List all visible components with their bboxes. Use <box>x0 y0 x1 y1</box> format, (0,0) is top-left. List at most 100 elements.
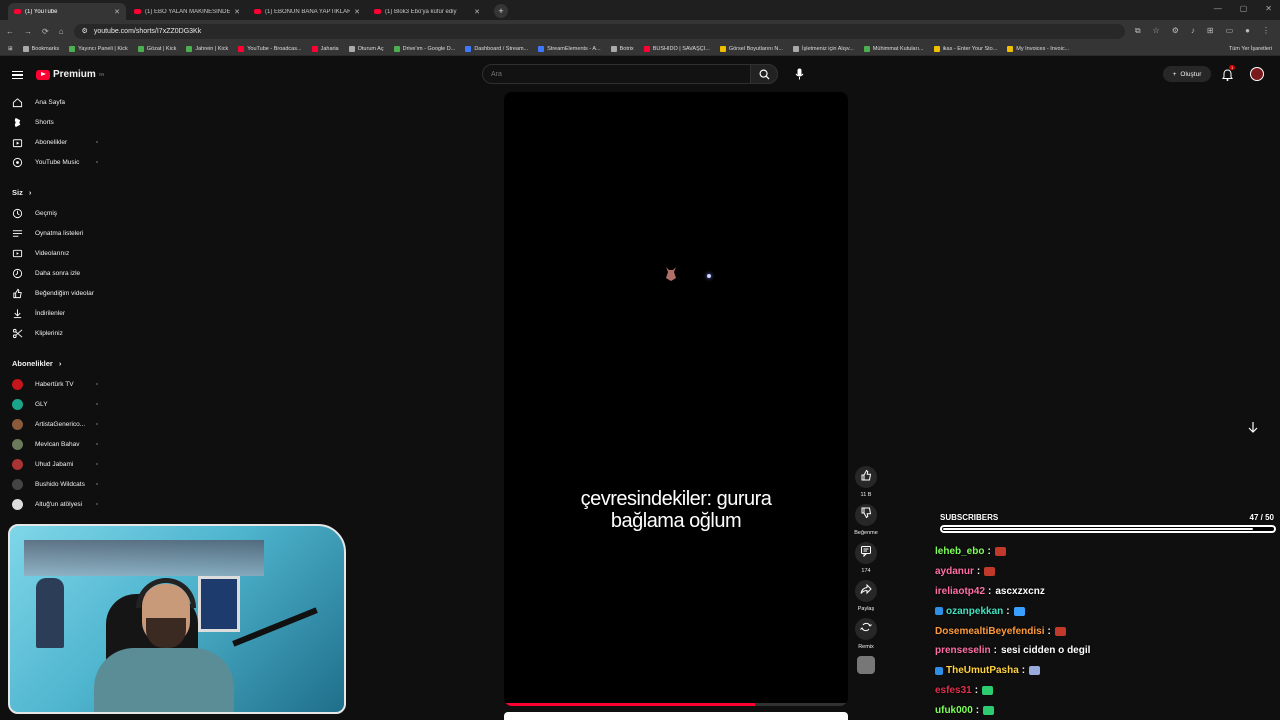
bookmark-item[interactable]: ikas - Enter Your Sto... <box>933 45 997 52</box>
bookmark-item[interactable]: Jaharia <box>311 45 339 52</box>
sidebar-item[interactable]: Habertürk TV <box>0 374 112 394</box>
stream-chat: leheb_ebo: aydanur: ireliaotp42: ascxzxcnz o… <box>935 542 1275 720</box>
account-avatar[interactable] <box>1250 67 1264 81</box>
new-content-dot <box>96 141 98 143</box>
sidebar-item[interactable]: Altuğ'un atölyesi <box>0 494 112 514</box>
close-tab-icon[interactable]: ✕ <box>114 8 120 16</box>
emote-icon <box>984 567 996 577</box>
bookmark-item[interactable]: My Invoices - Invoic... <box>1007 45 1069 52</box>
share-button[interactable]: Paylaş <box>852 580 880 612</box>
chat-separator: : <box>1006 605 1010 617</box>
chat-username[interactable]: ozanpekkan <box>946 606 1003 617</box>
sidebar-item[interactable]: Beğendiğim videolar <box>0 283 112 303</box>
browser-tab[interactable]: (1) Blok3 Ebo'ya küfür ediy ✕ <box>368 3 486 20</box>
apps-icon[interactable]: ⊞ <box>8 46 13 52</box>
sidebar-item[interactable]: GLY <box>0 394 112 414</box>
sidebar-section-subscriptions[interactable]: Abonelikler › <box>0 352 112 374</box>
sidebar-item[interactable]: Klipleriniz <box>0 323 112 343</box>
chat-username[interactable]: aydanur <box>935 566 974 577</box>
remix-button[interactable]: Remix <box>852 618 880 650</box>
search-input[interactable] <box>491 70 746 78</box>
chat-username[interactable]: DosemealtiBeyefendisi <box>935 626 1045 637</box>
video-progress-bar[interactable] <box>504 703 848 706</box>
browser-tab[interactable]: (1) EBO YALAN MAKİNESİNDE ✕ <box>128 3 246 20</box>
dislike-button[interactable]: Beğenme <box>852 504 880 536</box>
minimize-icon[interactable]: — <box>1214 4 1222 13</box>
sidebar-item[interactable]: Daha sonra izle <box>0 263 112 283</box>
search-button[interactable] <box>750 64 778 84</box>
chat-username[interactable]: prenseselin <box>935 645 991 656</box>
sidebar-item[interactable]: Abonelikler <box>0 132 112 152</box>
sidebar-item[interactable]: İndirilenler <box>0 303 112 323</box>
youtube-logo[interactable]: Premium TR <box>36 69 104 80</box>
bookmark-item[interactable]: İşletmeniz için Alışv... <box>792 45 854 52</box>
close-tab-icon[interactable]: ✕ <box>474 8 480 16</box>
bookmark-item[interactable]: Oturum Aç <box>348 45 384 52</box>
next-short-button[interactable] <box>1248 420 1258 438</box>
extensions-puzzle-icon[interactable]: ⊞ <box>1207 26 1214 36</box>
chat-username[interactable]: ufuk000 <box>935 705 973 716</box>
bookmark-item[interactable]: Görsel Boyutlarını N... <box>719 45 783 52</box>
bookmark-item[interactable]: Botrix <box>610 45 634 52</box>
bookmark-item[interactable]: Mühimmat Kutuları... <box>863 45 924 52</box>
sidebar-item[interactable]: Ana Sayfa <box>0 92 112 112</box>
sound-source-thumbnail[interactable] <box>857 656 875 674</box>
browser-menu-icon[interactable]: ⋮ <box>1262 26 1270 36</box>
short-video-player[interactable]: çevresindekiler: gurura bağlama oğlum <box>504 92 848 706</box>
sidebar-item[interactable]: Shorts <box>0 112 112 132</box>
browser-tab[interactable]: (1) EBONUN BANA YAPTIKLARI ✕ <box>248 3 366 20</box>
all-bookmarks-button[interactable]: Tüm Yer İşaretleri <box>1229 46 1272 52</box>
sidebar-item[interactable]: Uhud Jabami <box>0 454 112 474</box>
hamburger-menu-icon[interactable] <box>12 71 23 79</box>
install-icon[interactable]: ⧉ <box>1135 26 1141 36</box>
chat-username[interactable]: leheb_ebo <box>935 546 984 557</box>
bookmark-item[interactable]: BUSHIDO | SAVAŞÇI... <box>643 45 710 52</box>
channel-avatar <box>12 458 23 470</box>
like-button[interactable]: 11 B <box>852 466 880 498</box>
bookmark-favicon-icon <box>22 45 29 52</box>
bookmark-item[interactable]: Jahrein | Kick <box>186 45 228 52</box>
media-icon[interactable]: ♪ <box>1191 26 1195 36</box>
sidebar-item[interactable]: Videolarınız <box>0 243 112 263</box>
sidebar-item[interactable]: Geçmiş <box>0 203 112 223</box>
close-tab-icon[interactable]: ✕ <box>354 8 360 16</box>
bookmark-item[interactable]: StreamElements - A... <box>538 45 601 52</box>
site-info-icon[interactable]: ⚙ <box>82 27 88 35</box>
bookmark-item[interactable]: Dashboard / Stream... <box>465 45 528 52</box>
reload-icon[interactable]: ⟳ <box>42 27 49 36</box>
all-bookmarks-label: Tüm Yer İşaretleri <box>1228 45 1272 52</box>
extension-icon[interactable]: ⚙ <box>1172 26 1179 36</box>
chat-username[interactable]: ireliaotp42 <box>935 586 985 597</box>
sidebar-item[interactable]: YouTube Music <box>0 152 112 172</box>
url-bar[interactable]: ⚙ youtube.com/shorts/I7xZZ0DG3Kk <box>73 23 1125 39</box>
star-icon[interactable]: ☆ <box>1153 26 1160 36</box>
close-tab-icon[interactable]: ✕ <box>234 8 240 16</box>
arrow-down-icon <box>1248 422 1258 433</box>
maximize-icon[interactable]: ▢ <box>1240 4 1248 13</box>
home-icon[interactable]: ⌂ <box>59 27 64 36</box>
close-window-icon[interactable]: ✕ <box>1265 4 1272 13</box>
forward-icon[interactable]: → <box>24 27 32 36</box>
bookmark-item[interactable]: Drive'ım - Google D... <box>393 45 455 52</box>
back-icon[interactable]: ← <box>6 27 14 36</box>
chat-username[interactable]: TheUmutPasha <box>946 665 1019 676</box>
sidebar-section-you[interactable]: Siz › <box>0 181 112 203</box>
voice-search-button[interactable] <box>790 65 808 83</box>
bookmark-item[interactable]: Yayıncı Paneli | Kick <box>69 45 128 52</box>
sidebar-item[interactable]: Mevlcan Bahav <box>0 434 112 454</box>
sidebar-item[interactable]: ArtistaGenerico... <box>0 414 112 434</box>
sidepanel-icon[interactable]: ▭ <box>1226 26 1234 36</box>
create-button[interactable]: + Oluştur <box>1163 66 1211 82</box>
next-short-preview[interactable] <box>504 712 848 720</box>
sidebar-item[interactable]: Bushido Wildcats <box>0 474 112 494</box>
bookmark-item[interactable]: Bookmarks <box>22 45 59 52</box>
browser-tab[interactable]: (1) YouTube ✕ <box>8 3 126 20</box>
new-tab-button[interactable]: + <box>494 4 508 18</box>
notifications-button[interactable]: 1 <box>1222 65 1236 86</box>
chat-username[interactable]: esfes31 <box>935 685 972 696</box>
bookmark-item[interactable]: Gözat | Kick <box>137 45 176 52</box>
bookmark-item[interactable]: YouTube - Broadcas... <box>238 45 302 52</box>
comments-button[interactable]: 174 <box>852 542 880 574</box>
sidebar-item[interactable]: Oynatma listeleri <box>0 223 112 243</box>
profile-icon[interactable]: ● <box>1245 26 1250 36</box>
